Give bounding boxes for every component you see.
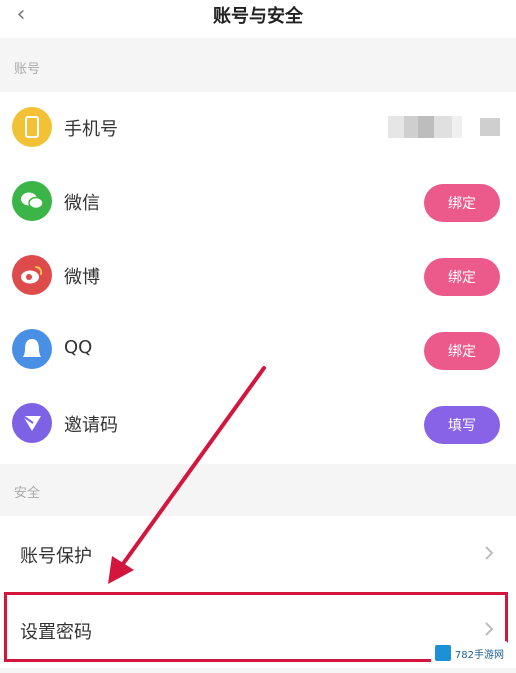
watermark-logo: 782手游网 — [430, 641, 508, 665]
watermark-icon — [434, 645, 451, 661]
annotation-arrow — [108, 366, 266, 584]
watermark-text: 782手游网 — [454, 649, 504, 661]
